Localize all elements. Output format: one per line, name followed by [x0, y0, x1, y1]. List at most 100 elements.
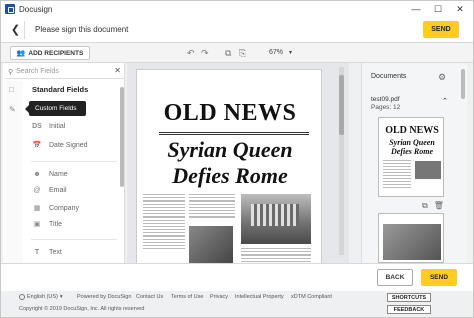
- copyright: Copyright © 2019 DocuSign, Inc. All righ…: [19, 306, 145, 312]
- copy-icon[interactable]: ⧉: [225, 47, 231, 59]
- chevron-down-icon: ▾: [59, 294, 63, 300]
- back-arrow-icon[interactable]: ❮: [7, 20, 25, 39]
- sidebar-scrollbar[interactable]: [120, 87, 124, 187]
- building-icon: ▦: [33, 205, 41, 212]
- docusign-logo-icon: [5, 4, 15, 14]
- header-bar: ❮ Please sign this document SEND: [1, 17, 473, 43]
- shortcuts-button[interactable]: SHORTCUTS: [387, 293, 431, 302]
- search-input[interactable]: Search Fields: [16, 68, 59, 75]
- feedback-button[interactable]: FEEDBACK: [387, 305, 431, 314]
- field-label: Date Signed: [49, 141, 88, 149]
- minimize-button[interactable]: —: [405, 1, 427, 17]
- divider: [31, 239, 117, 240]
- field-label: Text: [49, 249, 62, 256]
- app-window: Docusign — ☐ ✕ ❮ Please sign this docume…: [0, 0, 474, 318]
- fields-sidebar: ⚲ Search Fields ✕ □ ✎ Standard Fields Cu…: [3, 63, 125, 263]
- maximize-button[interactable]: ☐: [427, 1, 449, 17]
- thumbnail-headline: Syrian Queen Defies Rome: [389, 138, 435, 156]
- footer-link-ip[interactable]: Intellectual Property: [235, 294, 284, 300]
- chevron-down-icon: ▾: [288, 50, 292, 56]
- footer-link-contact[interactable]: Contact Us: [136, 294, 163, 300]
- newspaper-portrait-image: [189, 226, 233, 263]
- header-message: Please sign this document: [35, 25, 129, 34]
- custom-fields-icon[interactable]: ✎: [9, 105, 16, 114]
- close-window-button[interactable]: ✕: [449, 1, 471, 17]
- newspaper-ruins-image: [241, 194, 311, 244]
- field-name[interactable]: ☻ Name: [31, 171, 68, 178]
- file-name: test09.pdf: [371, 96, 400, 103]
- standard-fields-icon[interactable]: □: [9, 85, 14, 94]
- page-count: Pages: 12: [371, 104, 401, 111]
- thumbnail-masthead: OLD NEWS: [385, 125, 439, 136]
- paste-icon[interactable]: ⎘: [239, 47, 246, 59]
- footer-link-powered[interactable]: Powered by DocuSign: [77, 294, 131, 300]
- field-text[interactable]: T Text: [31, 249, 62, 256]
- trash-icon[interactable]: 🗑: [434, 201, 444, 211]
- gear-icon[interactable]: ⚙: [438, 72, 446, 83]
- thumbnail-actions: ⧉ 🗑: [422, 201, 444, 211]
- person-icon: ☻: [33, 171, 41, 178]
- at-icon: @: [33, 187, 41, 194]
- zoom-value: 67%: [269, 49, 284, 56]
- documents-title: Documents: [371, 73, 407, 80]
- thumbnail-image: [415, 161, 441, 179]
- footer-link-terms[interactable]: Terms of Use: [171, 294, 203, 300]
- field-label: Name: [49, 171, 68, 178]
- action-bar: BACK SEND: [1, 263, 473, 291]
- add-recipients-label: ADD RECIPIENTS: [28, 49, 84, 57]
- document-scrollbar[interactable]: [339, 67, 344, 255]
- copy-page-icon[interactable]: ⧉: [422, 201, 428, 211]
- thumbnail-text-lines: [383, 160, 411, 192]
- article-column-3: [241, 248, 311, 263]
- field-label: Email: [49, 187, 67, 194]
- footer-link-xdtm[interactable]: xDTM Compliant: [291, 294, 332, 300]
- field-email[interactable]: @ Email: [31, 187, 67, 194]
- field-label: Title: [49, 220, 62, 228]
- footer: English (US) ▾ Powered by DocuSign Conta…: [1, 291, 473, 317]
- add-recipients-button[interactable]: 👥 ADD RECIPIENTS: [10, 46, 90, 60]
- page-thumbnail[interactable]: OLD NEWS Syrian Queen Defies Rome: [378, 117, 444, 197]
- field-label: Initial: [49, 123, 66, 130]
- document-scroll-thumb[interactable]: [339, 75, 344, 135]
- documents-panel: Documents ⚙ test09.pdf Pages: 12 ⌃ OLD N…: [361, 63, 467, 263]
- initial-icon: DS: [32, 123, 42, 130]
- language-select[interactable]: English (US) ▾: [19, 294, 63, 300]
- document-viewer[interactable]: OLD NEWS Syrian Queen Defies Rome: [127, 63, 349, 263]
- search-fields[interactable]: ⚲ Search Fields ✕: [5, 65, 125, 79]
- headline-line-1: Syrian Queen: [167, 137, 293, 162]
- toolbar: 👥 ADD RECIPIENTS ↶ ↷ ⧉ ⎘ 67% ▾: [1, 43, 473, 63]
- field-company[interactable]: ▦ Company: [31, 204, 79, 213]
- people-icon: 👥: [16, 50, 26, 57]
- back-button[interactable]: BACK: [377, 269, 413, 286]
- article-column-2: [189, 194, 235, 224]
- send-button-top[interactable]: SEND: [423, 21, 459, 38]
- thumbnail-image: [383, 224, 441, 260]
- sidebar-icon-rail: □ ✎: [5, 81, 23, 263]
- window-title: Docusign: [19, 4, 53, 14]
- article-column-1: [143, 194, 185, 263]
- zoom-select[interactable]: 67% ▾: [269, 47, 292, 59]
- undo-icon[interactable]: ↶: [187, 47, 195, 59]
- calendar-icon: 📅: [32, 142, 42, 149]
- field-initial[interactable]: DS Initial: [31, 123, 65, 130]
- panel-scrollbar[interactable]: [461, 69, 465, 99]
- send-button[interactable]: SEND: [421, 269, 457, 286]
- headline-line-2: Defies Rome: [172, 163, 288, 188]
- search-icon: ⚲: [8, 68, 14, 76]
- language-value: English (US): [27, 294, 58, 300]
- clear-search-icon[interactable]: ✕: [114, 66, 121, 75]
- title-bar: Docusign — ☐ ✕: [1, 1, 473, 17]
- masthead-rule: [159, 132, 309, 135]
- section-title: Standard Fields: [32, 85, 89, 94]
- field-date-signed[interactable]: 📅 Date Signed: [31, 141, 88, 150]
- text-icon: T: [34, 249, 40, 256]
- divider: [31, 161, 117, 162]
- field-title[interactable]: ▣ Title: [31, 220, 62, 229]
- chevron-up-icon[interactable]: ⌃: [442, 97, 448, 105]
- page-thumbnail-2[interactable]: [378, 213, 444, 263]
- footer-link-privacy[interactable]: Privacy: [210, 294, 228, 300]
- redo-icon[interactable]: ↷: [201, 47, 209, 59]
- document-page[interactable]: OLD NEWS Syrian Queen Defies Rome: [136, 69, 322, 263]
- globe-icon: [19, 294, 25, 300]
- newspaper-masthead: OLD NEWS: [163, 100, 297, 126]
